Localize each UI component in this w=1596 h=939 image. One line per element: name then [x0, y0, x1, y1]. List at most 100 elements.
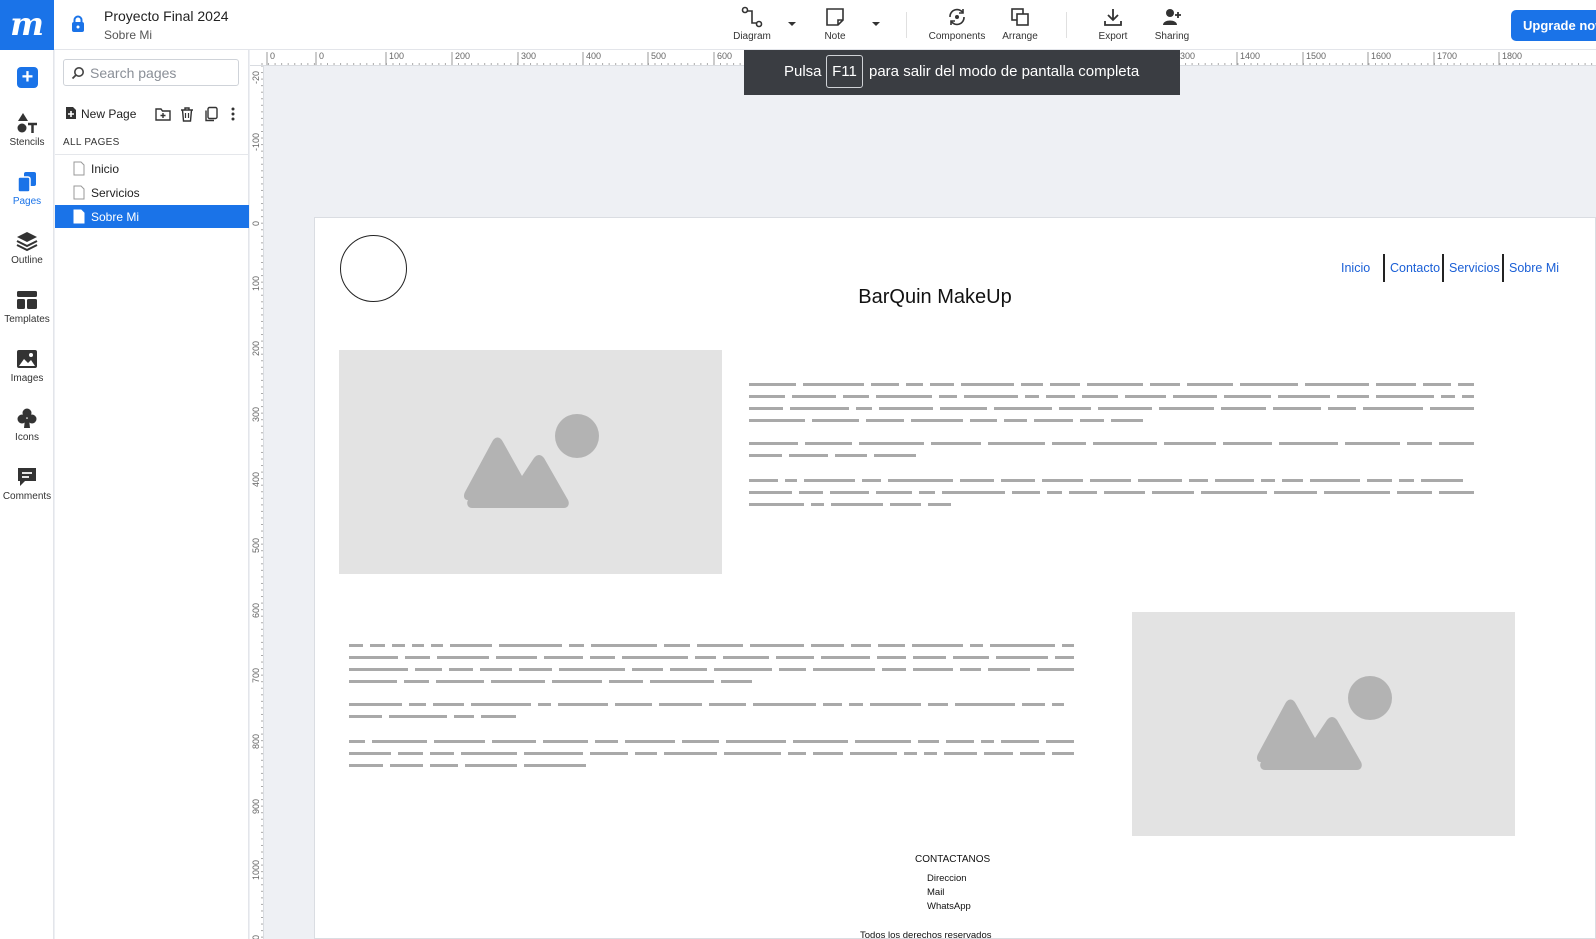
panel-divider — [55, 154, 249, 155]
note-button[interactable]: Note — [800, 6, 870, 42]
page-item-sobre-mi[interactable]: Sobre Mi — [55, 205, 249, 228]
ruler-label: 300 — [521, 51, 536, 61]
more-options-icon[interactable] — [225, 106, 241, 122]
rail-pages[interactable]: Pages — [0, 171, 54, 207]
add-button[interactable]: + — [17, 67, 38, 88]
project-title[interactable]: Proyecto Final 2024 — [104, 8, 229, 24]
add-folder-icon[interactable] — [155, 106, 171, 122]
placeholder-word — [964, 395, 1018, 398]
trash-icon[interactable] — [179, 106, 195, 122]
placeholder-word — [1201, 491, 1267, 494]
search-input[interactable] — [90, 63, 235, 82]
placeholder-word — [1310, 479, 1360, 482]
image-placeholder-2[interactable] — [1132, 612, 1515, 836]
placeholder-word — [1034, 419, 1073, 422]
ruler-label: -100 — [251, 133, 261, 151]
placeholder-word — [749, 454, 782, 457]
duplicate-icon[interactable] — [203, 106, 219, 122]
club-icon — [17, 408, 37, 428]
placeholder-word — [1273, 407, 1321, 410]
page-item-inicio[interactable]: Inicio — [55, 157, 249, 180]
diagram-button[interactable]: Diagram — [717, 6, 787, 42]
placeholder-word — [398, 752, 423, 755]
placeholder-word — [1173, 395, 1217, 398]
note-dropdown-icon[interactable] — [870, 18, 882, 30]
contact-direccion[interactable]: Direccion — [927, 873, 967, 884]
placeholder-word — [1082, 395, 1118, 398]
placeholder-word — [790, 407, 849, 410]
all-pages-header: ALL PAGES — [63, 137, 120, 148]
placeholder-word — [436, 680, 484, 683]
placeholder-word — [1042, 479, 1083, 482]
placeholder-word — [632, 668, 663, 671]
placeholder-word — [709, 703, 746, 706]
diagram-dropdown-icon[interactable] — [786, 18, 798, 30]
placeholder-word — [1421, 479, 1463, 482]
placeholder-word — [1052, 442, 1086, 445]
placeholder-word — [721, 680, 752, 683]
placeholder-word — [813, 752, 843, 755]
contact-whatsapp[interactable]: WhatsApp — [927, 901, 971, 912]
contact-mail[interactable]: Mail — [927, 887, 944, 898]
search-box[interactable] — [63, 59, 239, 86]
placeholder-word — [750, 644, 804, 647]
new-page-button[interactable]: New Page — [65, 106, 136, 121]
placeholder-word — [1282, 479, 1303, 482]
rail-icons-label: Icons — [15, 432, 39, 443]
page-item-servicios[interactable]: Servicios — [55, 181, 249, 204]
ruler-label: 700 — [251, 668, 261, 683]
placeholder-word — [1337, 395, 1369, 398]
placeholder-word — [1439, 442, 1474, 445]
placeholder-word — [874, 454, 916, 457]
placeholder-text-line — [349, 680, 762, 683]
upgrade-button[interactable]: Upgrade now — [1511, 10, 1596, 41]
placeholder-word — [1059, 407, 1091, 410]
components-button[interactable]: Components — [922, 6, 992, 42]
placeholder-word — [1021, 383, 1043, 386]
placeholder-word — [990, 644, 1055, 647]
placeholder-word — [1376, 383, 1416, 386]
placeholder-word — [876, 395, 932, 398]
footer-rights[interactable]: Todos los derechos reservados — [860, 930, 992, 938]
placeholder-word — [1363, 407, 1423, 410]
app-logo[interactable]: m — [0, 0, 54, 50]
fullscreen-notice-prefix: Pulsa — [784, 63, 822, 80]
rail-comments[interactable]: Comments — [0, 466, 54, 502]
placeholder-word — [849, 703, 863, 706]
placeholder-word — [1430, 407, 1474, 410]
arrange-button[interactable]: Arrange — [985, 6, 1055, 42]
placeholder-word — [1187, 383, 1233, 386]
contact-title[interactable]: CONTACTANOS — [915, 854, 990, 865]
placeholder-word — [1125, 395, 1166, 398]
rail-outline[interactable]: Outline — [0, 230, 54, 266]
rail-templates[interactable]: Templates — [0, 289, 54, 325]
image-placeholder-icon — [1257, 676, 1392, 770]
placeholder-word — [994, 407, 1052, 410]
new-page-label: New Page — [81, 107, 137, 121]
placeholder-word — [1004, 419, 1027, 422]
placeholder-word — [1441, 395, 1455, 398]
placeholder-word — [749, 407, 783, 410]
sharing-button[interactable]: Sharing — [1137, 6, 1207, 42]
lock-icon[interactable] — [70, 15, 86, 33]
placeholder-word — [882, 668, 906, 671]
placeholder-word — [1397, 491, 1432, 494]
placeholder-word — [955, 703, 1015, 706]
placeholder-word — [1376, 395, 1434, 398]
placeholder-word — [1150, 383, 1180, 386]
placeholder-word — [1274, 491, 1317, 494]
ruler-label: 100 — [251, 276, 261, 291]
placeholder-word — [664, 644, 690, 647]
rail-stencils[interactable]: Stencils — [0, 112, 54, 148]
placeholder-word — [609, 680, 643, 683]
placeholder-word — [1046, 395, 1075, 398]
placeholder-word — [622, 656, 688, 659]
ruler-label: 400 — [251, 472, 261, 487]
canvas-page[interactable]: BarQuin MakeUp Inicio Contacto Servicios… — [314, 217, 1596, 939]
placeholder-word — [939, 395, 957, 398]
placeholder-word — [940, 407, 987, 410]
placeholder-word — [1261, 479, 1275, 482]
rail-images[interactable]: Images — [0, 348, 54, 384]
placeholder-word — [1025, 395, 1039, 398]
rail-icons[interactable]: Icons — [0, 407, 54, 443]
